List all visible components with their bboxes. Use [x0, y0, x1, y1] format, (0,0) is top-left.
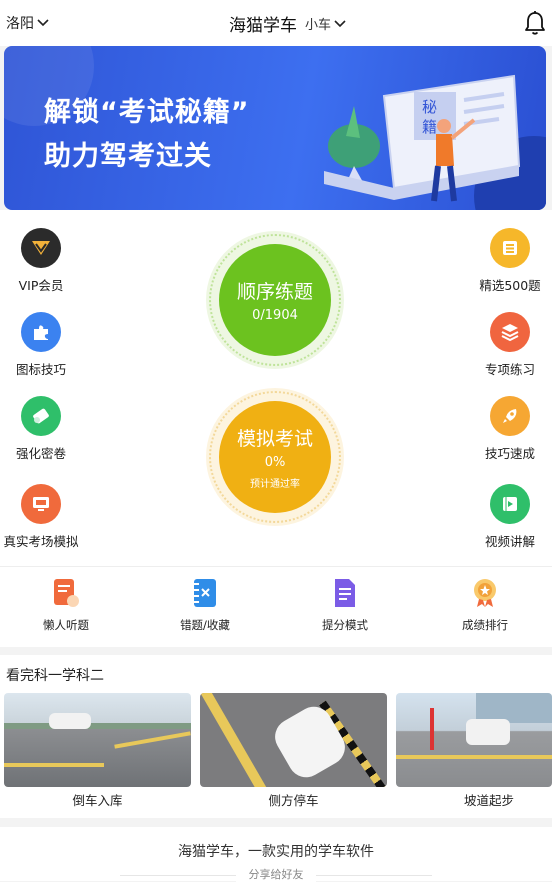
video-icon: [490, 484, 530, 524]
section-title: 看完科一学科二: [6, 668, 104, 684]
document-headphone-icon: [54, 579, 79, 607]
feature-vip[interactable]: VIP会员: [0, 228, 91, 294]
layers-icon: [490, 312, 530, 352]
video-card-side-parking[interactable]: [200, 693, 387, 787]
feature-icon-tips[interactable]: 图标技巧: [0, 312, 91, 378]
video-card-hill-start[interactable]: [396, 693, 552, 787]
feature-label: 强化密卷: [15, 446, 66, 461]
sequential-practice-button[interactable]: 顺序练题 0/1904: [206, 231, 344, 369]
tools-row: 懒人听题 错题/收藏 提分模式 成绩排行: [0, 566, 552, 647]
promo-banner[interactable]: 解锁“考试秘籍” 助力驾考过关 秘 籍: [4, 46, 546, 210]
tool-mistakes-favorites[interactable]: 错题/收藏: [136, 577, 274, 633]
feature-special-practice[interactable]: 专项练习: [460, 312, 552, 378]
share-with-friends-link[interactable]: 分享给好友: [236, 866, 316, 882]
feature-video-lessons[interactable]: 视频讲解: [460, 484, 552, 550]
bell-icon[interactable]: [524, 10, 546, 36]
chevron-down-icon: [37, 19, 49, 27]
feature-label: 技巧速成: [484, 446, 535, 461]
feature-skill-crash[interactable]: 技巧速成: [460, 396, 552, 462]
app-footer: 海猫学车，一款实用的学车软件 分享给好友: [0, 827, 552, 882]
notebook-icon: [194, 579, 216, 607]
banner-subheadline: 助力驾考过关: [44, 141, 212, 172]
parking-line: [200, 693, 270, 787]
vip-diamond-icon: [21, 228, 61, 268]
subject-two-section: 看完科一学科二 倒车入库 侧方停车 坡道起步: [0, 655, 552, 818]
book-label-1: 秘: [422, 98, 437, 116]
exam-ring-decoration: [209, 391, 341, 523]
book-label-2: 籍: [422, 118, 437, 136]
monitor-icon: [21, 484, 61, 524]
tool-score-boost[interactable]: 提分模式: [276, 577, 414, 633]
feature-label: 专项练习: [484, 362, 535, 377]
tool-lazy-listen[interactable]: 懒人听题: [0, 577, 135, 633]
lane-line: [114, 731, 191, 749]
feature-label: 精选500题: [479, 278, 541, 293]
tool-label: 成绩排行: [462, 618, 508, 632]
mock-exam-button[interactable]: 模拟考试 0% 预计通过率: [206, 388, 344, 526]
chevron-down-icon: [334, 19, 346, 27]
car-illustration: [49, 713, 91, 729]
medal-icon: [474, 579, 496, 607]
city-selector[interactable]: 洛阳: [6, 13, 50, 33]
puzzle-icon: [21, 312, 61, 352]
feature-secret-paper[interactable]: 强化密卷: [0, 396, 91, 462]
tool-score-ranking[interactable]: 成绩排行: [416, 577, 552, 633]
feature-real-exam-sim[interactable]: 真实考场模拟: [0, 484, 91, 550]
video-card-label: 侧方停车: [268, 793, 319, 808]
footer-slogan: 海猫学车，一款实用的学车软件: [178, 844, 374, 860]
video-card-reverse-parking[interactable]: [4, 693, 191, 787]
vehicle-type-label: 小车: [305, 18, 332, 33]
video-card-label: 倒车入库: [72, 793, 123, 808]
study-book-illustration: 秘 籍: [324, 74, 521, 202]
banner-headline: 解锁“考试秘籍”: [44, 97, 250, 128]
feature-selected-500[interactable]: 精选500题: [460, 228, 552, 294]
score-sheet-icon: [335, 579, 355, 607]
roadside-trees: [4, 723, 191, 729]
tool-label: 错题/收藏: [180, 618, 230, 632]
vehicle-type-selector[interactable]: 小车: [305, 14, 347, 33]
car-illustration: [466, 719, 510, 745]
lane-line: [4, 763, 104, 767]
scroll-icon: [21, 396, 61, 436]
video-card-label: 坡道起步: [463, 793, 514, 808]
feature-label: VIP会员: [18, 278, 64, 293]
pole: [430, 708, 434, 750]
feature-label: 视频讲解: [484, 534, 535, 549]
app-title: 海猫学车: [229, 16, 297, 36]
lane-line: [396, 755, 552, 759]
list-icon: [490, 228, 530, 268]
feature-label: 图标技巧: [15, 362, 66, 377]
feature-panel: VIP会员 图标技巧 强化密卷 真实考场模拟 精选500题 专项练习 技巧速成 …: [0, 210, 552, 566]
city-label: 洛阳: [6, 16, 34, 32]
app-header: 洛阳 海猫学车 小车: [0, 0, 552, 46]
rocket-icon: [490, 396, 530, 436]
tool-label: 提分模式: [322, 618, 368, 632]
practice-ring-decoration: [209, 234, 341, 366]
car-illustration: [268, 700, 352, 784]
tool-label: 懒人听题: [43, 618, 89, 632]
feature-label: 真实考场模拟: [3, 534, 79, 549]
